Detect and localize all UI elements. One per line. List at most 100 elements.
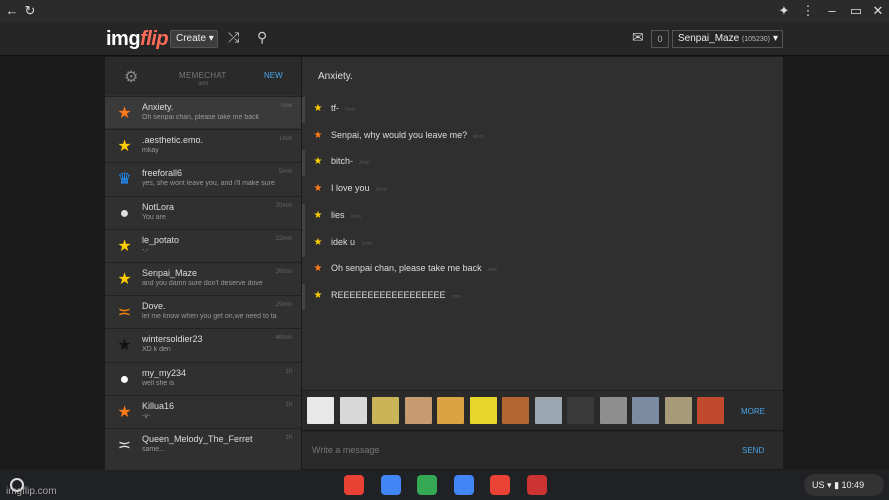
star-icon: ★: [313, 129, 323, 141]
maximize-icon[interactable]: ▭: [848, 3, 864, 19]
new-chat-button[interactable]: NEW: [264, 71, 283, 80]
user-points: (105230): [741, 36, 770, 43]
black-star-icon: ★: [117, 337, 132, 355]
drive-icon[interactable]: [417, 475, 437, 495]
create-button[interactable]: Create ▾: [170, 30, 218, 48]
chat-title: Anxiety.: [318, 71, 353, 82]
browser-toolbar: ← ↻ ✦ ⋮ – ▭ ✕: [0, 0, 889, 22]
send-button[interactable]: SEND: [742, 446, 764, 455]
minimize-icon[interactable]: –: [824, 3, 840, 19]
username: Senpai_Maze: [678, 33, 740, 44]
chat-message: ★ REEEEEEEEEEEEEEEEEE now: [302, 283, 783, 310]
mail-icon[interactable]: ✉: [632, 29, 644, 46]
message-input[interactable]: [312, 445, 712, 455]
rainbow-star-icon: ★: [313, 289, 323, 301]
conversation-item[interactable]: ★ Killua16 -v- 1h: [105, 394, 301, 427]
user-icon: ●: [119, 204, 130, 222]
chat-message: ★ Oh senpai chan, please take me back now: [302, 260, 783, 282]
conversation-name: le_potato: [142, 234, 180, 245]
sticker-spongebob[interactable]: [469, 397, 497, 424]
conversation-name: Senpai_Maze: [142, 268, 198, 278]
reload-icon[interactable]: ↻: [22, 3, 38, 19]
docs-icon[interactable]: [380, 475, 401, 495]
rainbow-star-icon: ★: [313, 156, 323, 168]
notification-count[interactable]: 0: [651, 30, 669, 48]
conversation-name: NotLora: [142, 201, 175, 212]
sticker-photo-4[interactable]: [697, 397, 724, 424]
conversation-name: Queen_Melody_The_Ferret: [142, 434, 253, 444]
chat-message: ★ tf- 5min: [302, 97, 783, 123]
message-text-wrap: Oh senpai chan, please take me back now: [331, 263, 497, 273]
conversation-item[interactable]: ★ wintersoldier23 XD k den 40min: [105, 328, 301, 360]
shuffle-icon[interactable]: ⤮: [228, 29, 239, 46]
sticker-troll-face[interactable]: [307, 397, 334, 424]
gmail-icon[interactable]: [490, 475, 510, 495]
message-text: REEEEEEEEEEEEEEEEEE: [331, 289, 446, 300]
conversation-item[interactable]: ≍ Dove. let me know when you get on,we nee…: [105, 295, 301, 327]
more-stickers-button[interactable]: MORE: [741, 407, 765, 416]
user-menu[interactable]: Senpai_Maze (105230) ▾: [672, 30, 783, 48]
extensions-icon[interactable]: ✦: [776, 3, 792, 19]
message-group-bar: [302, 97, 305, 123]
conversation-item[interactable]: ★ Senpai_Maze and you damn sure don't dese…: [105, 262, 301, 294]
sticker-deal-with-it[interactable]: [372, 397, 399, 424]
chrome-icon[interactable]: [344, 475, 364, 495]
close-icon[interactable]: ✕: [870, 3, 886, 19]
chat-message: ★ lies 1min: [302, 203, 783, 230]
conversation-preview: -.-: [142, 246, 149, 254]
conversation-item[interactable]: ★ le_potato -.- 22min: [105, 228, 301, 261]
conversation-preview: let me know when you get on,we need to t…: [142, 313, 277, 321]
conversation-item[interactable]: ♛ freeforall6 yes, she wont leave you, and…: [105, 162, 301, 194]
conversation-preview: and you damn sure don't deserve dove: [142, 280, 263, 287]
message-group-bar: [302, 230, 305, 257]
sticker-photo-1[interactable]: [599, 397, 627, 424]
sticker-photo-2[interactable]: [632, 397, 659, 424]
message-group-bar: [302, 283, 305, 310]
message-time: now: [451, 293, 461, 300]
message-text: tf-: [331, 103, 339, 113]
conversation-name: Dove.: [142, 301, 166, 312]
sticker-laughing-girl[interactable]: [404, 397, 432, 424]
conversation-name: .aesthetic.emo.: [142, 135, 204, 146]
conversation-item[interactable]: ★ Anxiety. Oh senpai chan, please take me …: [105, 96, 301, 128]
more-menu-icon[interactable]: ⋮: [800, 3, 816, 19]
conversation-time: 1h: [285, 435, 292, 441]
sticker-doge[interactable]: [437, 397, 464, 424]
imgflip-logo[interactable]: imgflip: [106, 28, 169, 51]
conversation-item[interactable]: ≍ Queen_Melody_The_Ferret same... 1h: [105, 428, 301, 460]
conversation-name: freeforall6: [142, 168, 183, 179]
message-text-wrap: idek u 1min: [331, 237, 372, 247]
star-icon: ★: [313, 263, 323, 275]
message-time: 4min: [473, 133, 484, 140]
conversation-item[interactable]: ● my_my234 well she is 1h: [105, 361, 301, 394]
conversation-item[interactable]: ★ .aesthetic.emo. mkay 1min: [105, 129, 301, 161]
message-text-wrap: Senpai, why would you leave me? 4min: [331, 130, 484, 140]
system-tray[interactable]: US ▾ ▮ 10:49: [804, 474, 884, 496]
conversation-name: my_my234: [142, 367, 187, 378]
rainbow-star-icon: ★: [117, 237, 132, 255]
conversation-time: 1h: [285, 368, 292, 375]
conversation-item[interactable]: ● NotLora You are 20min: [105, 195, 301, 228]
sticker-photo-3[interactable]: [664, 397, 692, 424]
sidebar-header: ⚙ MEMECHAT arm NEW: [105, 57, 301, 95]
back-arrow-icon[interactable]: ←: [4, 3, 20, 19]
sticker-baby[interactable]: [534, 397, 562, 424]
sticker-dark-face[interactable]: [567, 397, 594, 424]
message-group-bar: [302, 203, 305, 230]
search-icon[interactable]: ⚲: [257, 29, 267, 46]
message-text-wrap: bitch- 3min: [331, 156, 370, 166]
sticker-person[interactable]: [502, 397, 529, 424]
dove-icon: ≍: [117, 437, 132, 454]
conversation-preview: same...: [142, 446, 165, 453]
gear-icon[interactable]: ⚙: [124, 67, 138, 87]
imgflip-icon[interactable]: [526, 475, 547, 495]
chat-message: ★ idek u 1min: [302, 230, 783, 257]
conversation-name: Anxiety.: [142, 102, 174, 112]
message-input-bar: SEND: [302, 431, 783, 469]
rainbow-star-icon: ★: [313, 103, 323, 114]
files-icon[interactable]: [453, 475, 474, 495]
conversation-preview: -v-: [142, 412, 151, 420]
wifi-icon: ▾: [827, 480, 832, 490]
sticker-rage-face[interactable]: [339, 397, 367, 424]
message-text: Oh senpai chan, please take me back: [331, 263, 482, 274]
